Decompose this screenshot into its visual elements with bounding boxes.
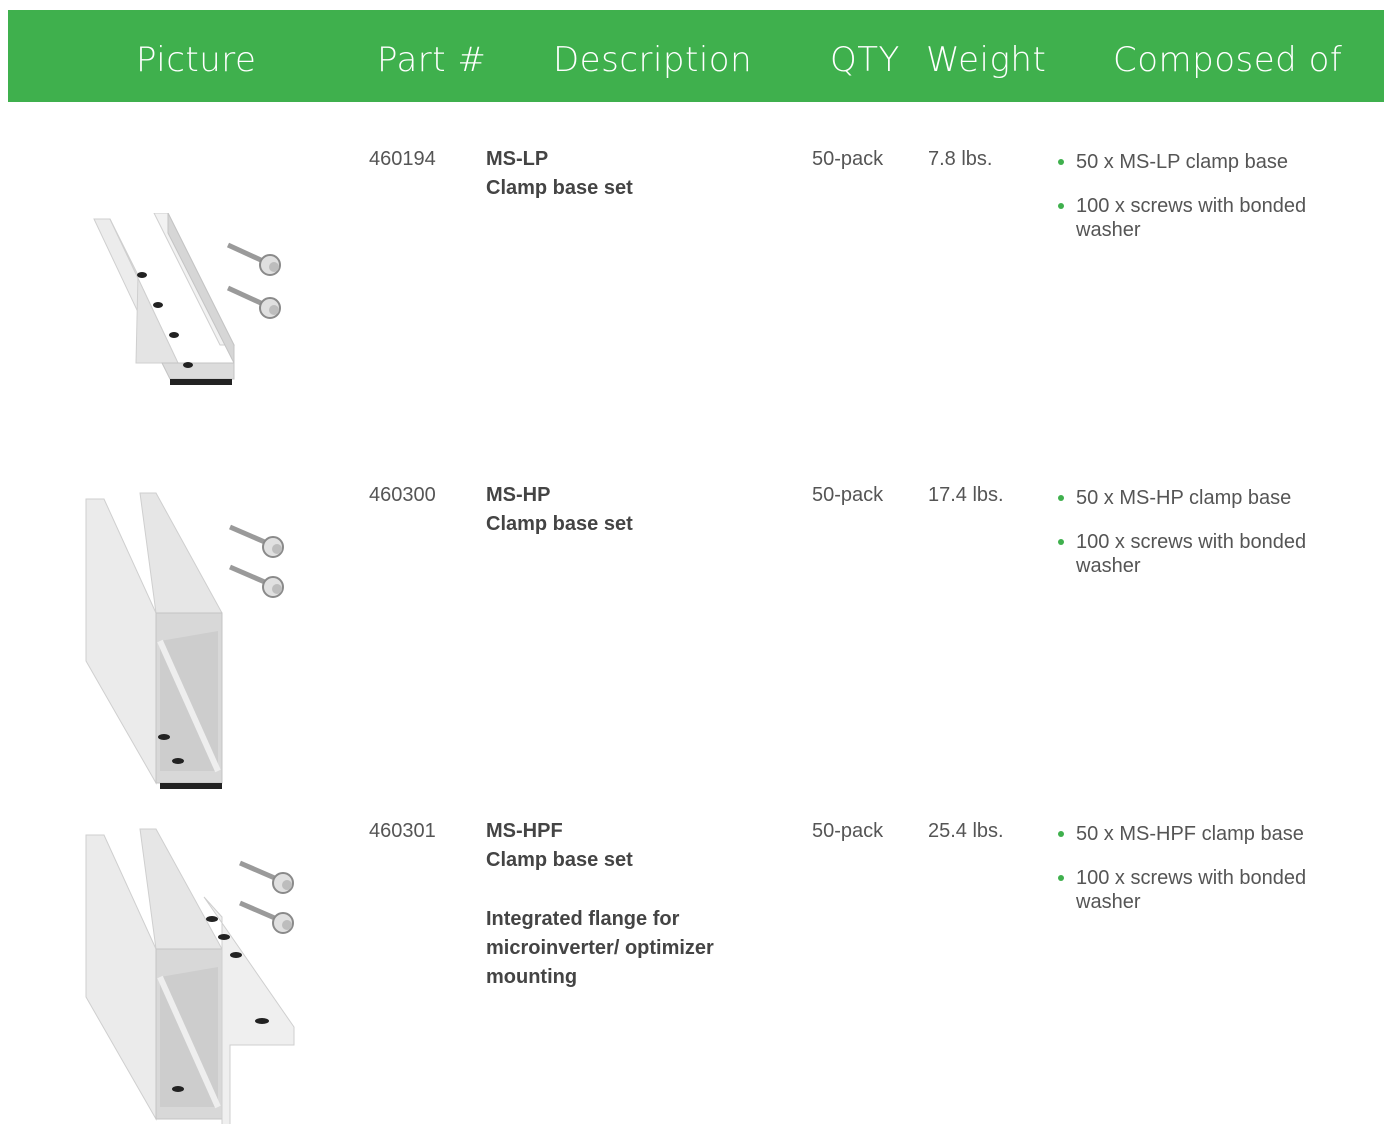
description-subtitle: Clamp base set: [486, 849, 633, 871]
bullet-icon: [1058, 831, 1064, 837]
composed-of-list: 50 x MS-HPF clamp base 100 x screws with…: [1058, 822, 1358, 934]
list-item: 100 x screws with bonded washer: [1058, 866, 1358, 914]
screw-icon: [229, 564, 284, 598]
screw-icon: [229, 524, 284, 558]
list-item: 50 x MS-LP clamp base: [1058, 150, 1358, 174]
part-number: 460194: [369, 148, 436, 170]
clamp-base-hp-image: [85, 492, 284, 789]
weight: 25.4 lbs.: [928, 820, 1004, 842]
bullet-icon: [1058, 159, 1064, 165]
bullet-icon: [1058, 875, 1064, 881]
header-composed: Composed of: [1113, 40, 1343, 80]
composed-of-list: 50 x MS-LP clamp base 100 x screws with …: [1058, 150, 1358, 262]
table-header: Picture Part # Description QTY Weight Co…: [8, 10, 1384, 102]
quantity: 50-pack: [812, 484, 884, 506]
weight: 17.4 lbs.: [928, 484, 1004, 506]
description-subtitle: Clamp base set: [486, 513, 633, 535]
clamp-base-lp-image: [93, 213, 281, 385]
screw-icon: [226, 242, 281, 276]
part-number: 460300: [369, 484, 436, 506]
description: MS-LP Clamp base set: [486, 145, 633, 203]
description: MS-HPF Clamp base set Integrated flange …: [486, 817, 716, 992]
header-part: Part #: [377, 40, 487, 80]
header-weight: Weight: [926, 40, 1047, 80]
bullet-icon: [1058, 539, 1064, 545]
description: MS-HP Clamp base set: [486, 481, 633, 539]
bullet-icon: [1058, 203, 1064, 209]
composed-of-list: 50 x MS-HP clamp base 100 x screws with …: [1058, 486, 1358, 598]
list-item: 100 x screws with bonded washer: [1058, 194, 1358, 242]
screw-icon: [226, 285, 281, 319]
description-note: Integrated flange for microinverter/ opt…: [486, 908, 714, 988]
weight: 7.8 lbs.: [928, 148, 993, 170]
header-qty: QTY: [830, 40, 900, 80]
screw-icon: [239, 900, 294, 934]
bullet-icon: [1058, 495, 1064, 501]
clamp-base-hpf-image: [85, 828, 295, 1124]
quantity: 50-pack: [812, 148, 884, 170]
list-item: 100 x screws with bonded washer: [1058, 530, 1358, 578]
header-description: Description: [553, 40, 753, 80]
screw-icon: [239, 860, 294, 894]
description-subtitle: Clamp base set: [486, 177, 633, 199]
part-number: 460301: [369, 820, 436, 842]
description-title: MS-HPF: [486, 820, 563, 842]
list-item: 50 x MS-HPF clamp base: [1058, 822, 1358, 846]
description-title: MS-LP: [486, 148, 549, 170]
description-title: MS-HP: [486, 484, 551, 506]
list-item: 50 x MS-HP clamp base: [1058, 486, 1358, 510]
quantity: 50-pack: [812, 820, 884, 842]
header-picture: Picture: [136, 40, 257, 80]
